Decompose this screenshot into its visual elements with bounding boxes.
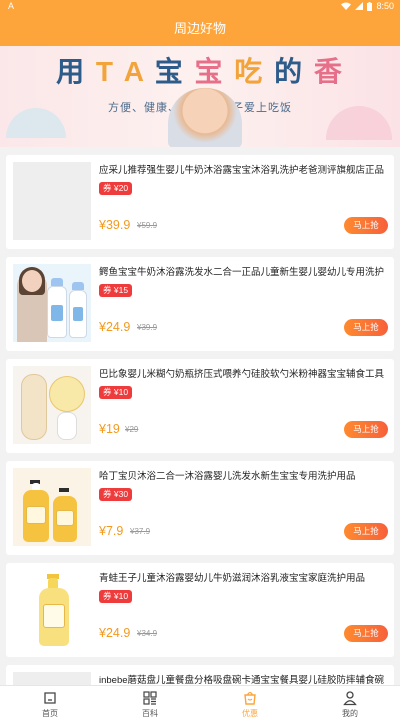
original-price: ¥59.9: [137, 221, 158, 230]
slogan-char: 宝: [194, 56, 225, 87]
model-face: [22, 270, 42, 292]
app-header: 周边好物: [0, 12, 400, 46]
tab-label: 优惠: [242, 709, 258, 718]
feeder-mesh: [57, 412, 77, 440]
product-card[interactable]: 哈丁宝贝沐浴二合一沐浴露婴儿洗发水新生宝宝专用洗护用品 券 ¥30 ¥7.9 ¥…: [6, 461, 394, 555]
grid-icon: [143, 691, 157, 705]
coupon-badge: 券 ¥20: [99, 182, 133, 195]
buy-now-button[interactable]: 马上抢: [344, 625, 388, 642]
product-title[interactable]: inbebe蘑菇盘儿童餐盘分格吸盘碗卡通宝宝餐具婴儿硅胶防摔辅食碗: [99, 674, 389, 685]
buy-now-button[interactable]: 马上抢: [344, 217, 388, 234]
product-card[interactable]: 巴比象婴儿米糊勺奶瓶挤压式喂养勺硅胶软勺米粉神器宝宝辅食工具 券 ¥10 ¥19…: [6, 359, 394, 453]
product-price: ¥24.9: [99, 626, 131, 640]
tab-label: 首页: [42, 709, 58, 718]
original-price: ¥34.9: [137, 629, 158, 638]
product-card[interactable]: 鳄鱼宝宝牛奶沐浴露洗发水二合一正品儿童新生婴儿婴幼儿专用洗护 券 ¥15 ¥24…: [6, 257, 394, 351]
slogan-char: 吃: [234, 56, 265, 87]
product-price: ¥39.9: [99, 218, 131, 232]
coupon-badge: 券 ¥30: [99, 488, 133, 501]
product-price: ¥24.9: [99, 320, 131, 334]
slogan-char: 的: [274, 56, 305, 87]
product-price: ¥19: [99, 422, 120, 436]
shampoo-bottle: [47, 286, 67, 338]
app-notification-icon: A: [8, 1, 15, 11]
bottle-cap: [48, 578, 58, 588]
coupon-badge: 券 ¥15: [99, 284, 133, 297]
original-price: ¥39.9: [137, 323, 158, 332]
buy-now-button[interactable]: 马上抢: [344, 319, 388, 336]
tab-label: 百科: [142, 709, 158, 718]
shopping-bag-icon: [244, 691, 256, 705]
product-image[interactable]: [13, 468, 91, 546]
home-icon: [44, 692, 56, 704]
product-image[interactable]: [13, 162, 91, 240]
wifi-icon: [341, 2, 352, 10]
product-card[interactable]: 青蛙王子儿童沐浴露婴幼儿牛奶滋润沐浴乳液宝宝家庭洗护用品 券 ¥10 ¥24.9…: [6, 563, 394, 657]
bottle-pump: [72, 282, 84, 290]
signal-icon: [355, 2, 364, 10]
product-title[interactable]: 应采儿推荐强生婴儿牛奶沐浴露宝宝沐浴乳洗护老爸测评旗舰店正品: [99, 164, 389, 178]
slogan-char: T: [95, 56, 115, 87]
slogan-char: 宝: [154, 56, 185, 87]
product-image[interactable]: [13, 264, 91, 342]
person-icon: [343, 691, 357, 706]
bottle-label: [56, 510, 74, 526]
bottle-label: [43, 604, 65, 628]
slogan-char: A: [123, 56, 145, 87]
shampoo-bottle: [69, 290, 87, 338]
status-bar: A 8:50: [0, 0, 400, 12]
tab-label: 我的: [342, 709, 358, 718]
bottle-pump: [51, 278, 63, 286]
product-card[interactable]: inbebe蘑菇盘儿童餐盘分格吸盘碗卡通宝宝餐具婴儿硅胶防摔辅食碗: [6, 665, 394, 685]
coupon-badge: 券 ¥10: [99, 590, 133, 603]
original-price: ¥29: [125, 425, 139, 434]
product-title[interactable]: 哈丁宝贝沐浴二合一沐浴露婴儿洗发水新生宝宝专用洗护用品: [99, 470, 389, 484]
product-price: ¥7.9: [99, 524, 124, 538]
product-title[interactable]: 巴比象婴儿米糊勺奶瓶挤压式喂养勺硅胶软勺米粉神器宝宝辅食工具: [99, 368, 389, 382]
battery-icon: [367, 1, 373, 11]
product-image[interactable]: [13, 366, 91, 444]
tab-deals[interactable]: 优惠: [200, 686, 300, 720]
product-card[interactable]: 应采儿推荐强生婴儿牛奶沐浴露宝宝沐浴乳洗护老爸测评旗舰店正品 券 ¥20 ¥39…: [6, 155, 394, 249]
bottle-pump: [59, 488, 69, 492]
tab-home[interactable]: 首页: [0, 686, 100, 720]
promo-banner[interactable]: 用 T A 宝 宝 吃 的 香 方便、健康、卫生 让孩子爱上吃饭: [0, 46, 400, 147]
bottle-label: [26, 506, 46, 524]
fruit-feeder: [49, 376, 85, 412]
product-list[interactable]: 应采儿推荐强生婴儿牛奶沐浴露宝宝沐浴乳洗护老爸测评旗舰店正品 券 ¥20 ¥39…: [0, 147, 400, 685]
banner-slogan: 用 T A 宝 宝 吃 的 香: [0, 56, 400, 88]
product-image[interactable]: [13, 570, 91, 648]
product-title[interactable]: 青蛙王子儿童沐浴露婴幼儿牛奶滋润沐浴乳液宝宝家庭洗护用品: [99, 572, 389, 586]
status-time: 8:50: [376, 1, 394, 11]
original-price: ¥37.9: [130, 527, 151, 536]
product-image[interactable]: [13, 672, 91, 685]
slogan-char: 香: [313, 56, 344, 87]
buy-now-button[interactable]: 马上抢: [344, 523, 388, 540]
bottom-tab-bar: 首页 百科 优惠 我的: [0, 685, 400, 720]
tab-encyclopedia[interactable]: 百科: [100, 686, 200, 720]
product-title[interactable]: 鳄鱼宝宝牛奶沐浴露洗发水二合一正品儿童新生婴儿婴幼儿专用洗护: [99, 266, 389, 280]
slogan-char: 用: [56, 56, 87, 87]
coupon-badge: 券 ¥10: [99, 386, 133, 399]
squeeze-feeder: [21, 374, 47, 440]
buy-now-button[interactable]: 马上抢: [344, 421, 388, 438]
baby-photo: [168, 88, 242, 147]
tab-profile[interactable]: 我的: [300, 686, 400, 720]
page-title: 周边好物: [173, 21, 226, 36]
